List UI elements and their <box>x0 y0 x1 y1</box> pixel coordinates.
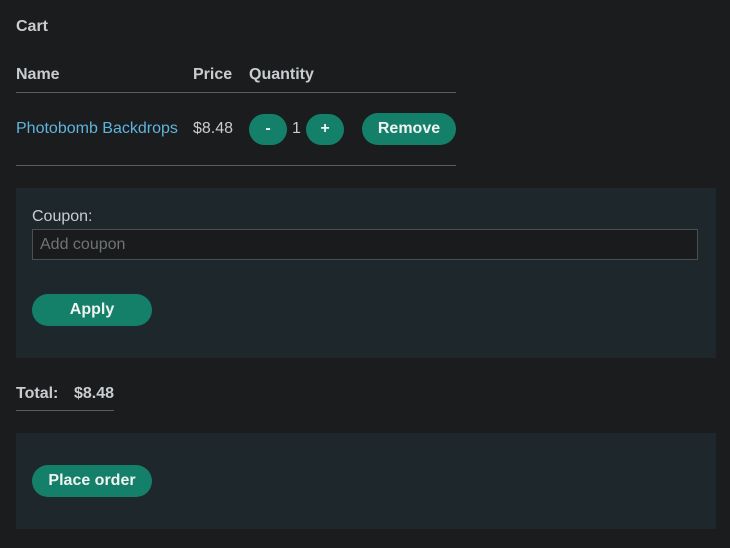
apply-button[interactable]: Apply <box>32 294 152 326</box>
remove-button[interactable]: Remove <box>362 113 456 145</box>
decrement-button[interactable]: - <box>249 113 287 145</box>
column-header-price: Price <box>193 66 233 83</box>
cart-table: Name Price Quantity Photobomb Backdrops … <box>16 66 456 166</box>
column-header-quantity: Quantity <box>249 66 314 83</box>
cart-title: Cart <box>16 18 49 35</box>
order-panel: Place order <box>16 433 716 529</box>
quantity-stepper: - 1 + <box>249 113 362 145</box>
increment-button[interactable]: + <box>306 113 344 145</box>
place-order-button[interactable]: Place order <box>32 465 152 497</box>
total-value: $8.48 <box>73 385 114 402</box>
order-total: Total: $8.48 <box>16 385 114 411</box>
product-link[interactable]: Photobomb Backdrops <box>16 120 193 138</box>
coupon-label: Coupon: <box>32 208 93 225</box>
quantity-value: 1 <box>292 120 301 137</box>
coupon-panel: Coupon: Apply <box>16 188 716 358</box>
total-label: Total: <box>16 385 59 402</box>
column-header-name: Name <box>16 66 60 83</box>
product-price: $8.48 <box>193 120 234 137</box>
coupon-input[interactable] <box>32 229 698 260</box>
table-row: Photobomb Backdrops $8.48 - 1 + Remove <box>16 93 456 166</box>
cart-table-header: Name Price Quantity <box>16 66 456 93</box>
